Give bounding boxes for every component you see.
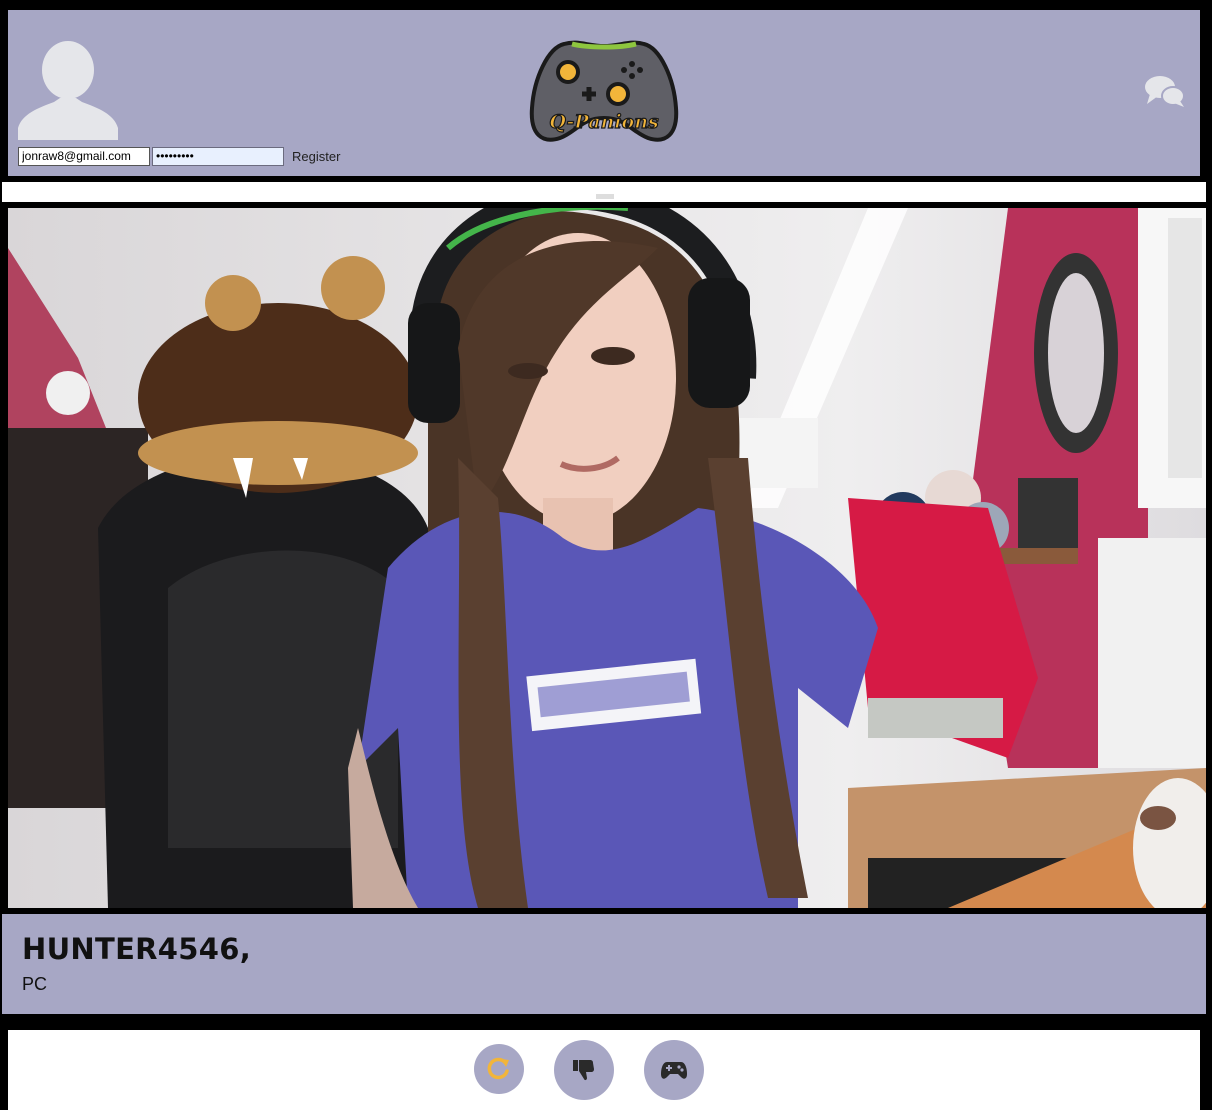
- platform-label: PC: [22, 974, 48, 994]
- action-bar: [8, 1030, 1200, 1110]
- profile-info-panel: HUNTER4546, PC: [2, 914, 1206, 1014]
- email-field[interactable]: [18, 146, 150, 166]
- chat-bubbles-icon[interactable]: [1144, 74, 1186, 108]
- refresh-icon: [487, 1057, 509, 1080]
- logo-text: Q-Panions: [549, 111, 659, 133]
- profile-photo: [8, 208, 1206, 908]
- user-avatar-icon: [18, 41, 118, 140]
- play-game-button[interactable]: [644, 1040, 704, 1100]
- username: HUNTER4546,: [22, 932, 252, 966]
- dislike-button[interactable]: [554, 1040, 614, 1100]
- thumbs-down-icon: [573, 1060, 594, 1081]
- header: Register Q-Panions: [8, 10, 1200, 176]
- q-panions-logo[interactable]: Q-Panions: [528, 38, 680, 144]
- separator-bar: [2, 182, 1206, 202]
- refresh-button[interactable]: [474, 1044, 524, 1094]
- drag-handle[interactable]: [596, 194, 614, 199]
- login-form: Register: [18, 146, 340, 166]
- gamepad-icon: [661, 1062, 687, 1079]
- password-field[interactable]: [152, 146, 284, 166]
- register-link[interactable]: Register: [292, 149, 340, 164]
